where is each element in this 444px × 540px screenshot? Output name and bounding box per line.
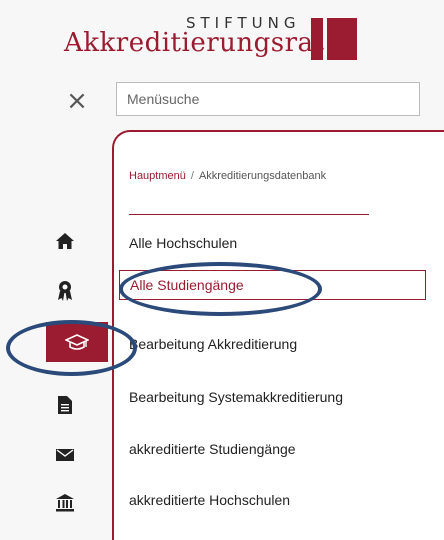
graduation-cap-icon[interactable] — [46, 322, 108, 362]
menu-item-alle-hochschulen[interactable]: Alle Hochschulen — [127, 228, 419, 258]
menu-item-akkreditierte-studiengaenge[interactable]: akkreditierte Studiengänge — [127, 434, 419, 464]
logo[interactable]: STIFTUNG Akkreditierungsrat — [0, 0, 444, 78]
close-icon[interactable]: × — [62, 86, 92, 116]
menu-item-bearbeitung-akkreditierung[interactable]: Bearbeitung Akkreditierung — [127, 329, 419, 359]
menu-item-bearbeitung-systemakkreditierung[interactable]: Bearbeitung Systemakkreditierung — [127, 382, 419, 412]
logo-name-text: Akkreditierungsrat — [64, 28, 325, 58]
menu-panel: Hauptmenü / Akkreditierungsdatenbank Alle … — [112, 130, 444, 540]
award-icon[interactable] — [48, 274, 82, 308]
panel-divider — [129, 214, 369, 215]
breadcrumb-home-link[interactable]: Hauptmenü — [129, 170, 186, 182]
breadcrumb-separator: / — [190, 170, 194, 182]
breadcrumb: Hauptmenü / Akkreditierungsdatenbank — [129, 170, 326, 182]
menu-item-alle-studiengaenge[interactable]: Alle Studiengänge — [119, 270, 426, 300]
home-icon[interactable] — [48, 224, 82, 258]
envelope-icon[interactable] — [48, 438, 82, 472]
logo-mark-bar — [311, 18, 323, 60]
document-icon[interactable] — [48, 388, 82, 422]
menu-item-akkreditierte-hochschulen[interactable]: akkreditierte Hochschulen — [127, 485, 419, 515]
search-input[interactable] — [116, 82, 420, 116]
institution-icon[interactable] — [48, 486, 82, 520]
logo-mark-block — [327, 18, 357, 60]
breadcrumb-current: Akkreditierungsdatenbank — [198, 170, 327, 182]
